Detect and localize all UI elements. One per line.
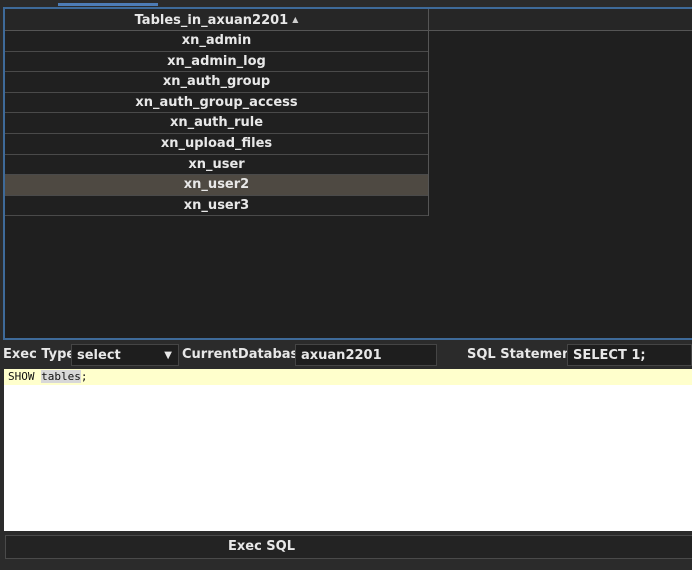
- sql-terminator: ;: [80, 370, 88, 383]
- current-database-label: CurrentDatabase: [182, 347, 308, 362]
- table-row[interactable]: xn_admin_log: [5, 51, 428, 73]
- sql-statement-value: SELECT 1;: [573, 348, 646, 363]
- table-row[interactable]: xn_auth_group: [5, 72, 428, 93]
- results-panel: Tables_in_axuan2201 ▲ xn_admin xn_admin_l…: [3, 7, 692, 340]
- current-database-value: axuan2201: [301, 348, 382, 363]
- sort-asc-icon: ▲: [292, 15, 299, 24]
- query-controls: Exec Type select ▼ CurrentDatabase axuan…: [0, 344, 692, 366]
- active-tab-indicator: [58, 3, 158, 6]
- table-row[interactable]: xn_upload_files: [5, 133, 428, 155]
- sql-editor[interactable]: SHOW tables;: [4, 369, 692, 531]
- sql-object: tables: [41, 370, 81, 383]
- exec-type-label: Exec Type: [3, 347, 76, 362]
- editor-current-line: SHOW tables;: [4, 369, 692, 385]
- table-row[interactable]: xn_user3: [5, 195, 428, 217]
- sql-keyword: SHOW: [8, 370, 35, 383]
- exec-sql-button[interactable]: Exec SQL: [5, 535, 692, 559]
- results-grid: Tables_in_axuan2201 ▲ xn_admin xn_admin_l…: [5, 9, 429, 217]
- sql-statement-label: SQL Statement: [467, 347, 578, 362]
- table-row[interactable]: xn_auth_group_access: [5, 92, 428, 114]
- current-database-field[interactable]: axuan2201: [295, 344, 437, 366]
- sql-statement-field[interactable]: SELECT 1;: [567, 344, 692, 366]
- dropdown-caret-icon: ▼: [164, 350, 172, 361]
- column-header-tables[interactable]: Tables_in_axuan2201 ▲: [5, 9, 428, 31]
- exec-type-select[interactable]: select ▼: [71, 344, 179, 366]
- table-row[interactable]: xn_user: [5, 154, 428, 176]
- header-filler: [428, 9, 692, 31]
- table-row[interactable]: xn_admin: [5, 31, 428, 52]
- exec-type-value: select: [77, 348, 121, 363]
- table-row-selected[interactable]: xn_user2: [5, 175, 428, 196]
- sql-tool-window: Tables_in_axuan2201 ▲ xn_admin xn_admin_l…: [0, 0, 692, 570]
- column-header-label: Tables_in_axuan2201: [134, 13, 289, 28]
- table-row[interactable]: xn_auth_rule: [5, 113, 428, 134]
